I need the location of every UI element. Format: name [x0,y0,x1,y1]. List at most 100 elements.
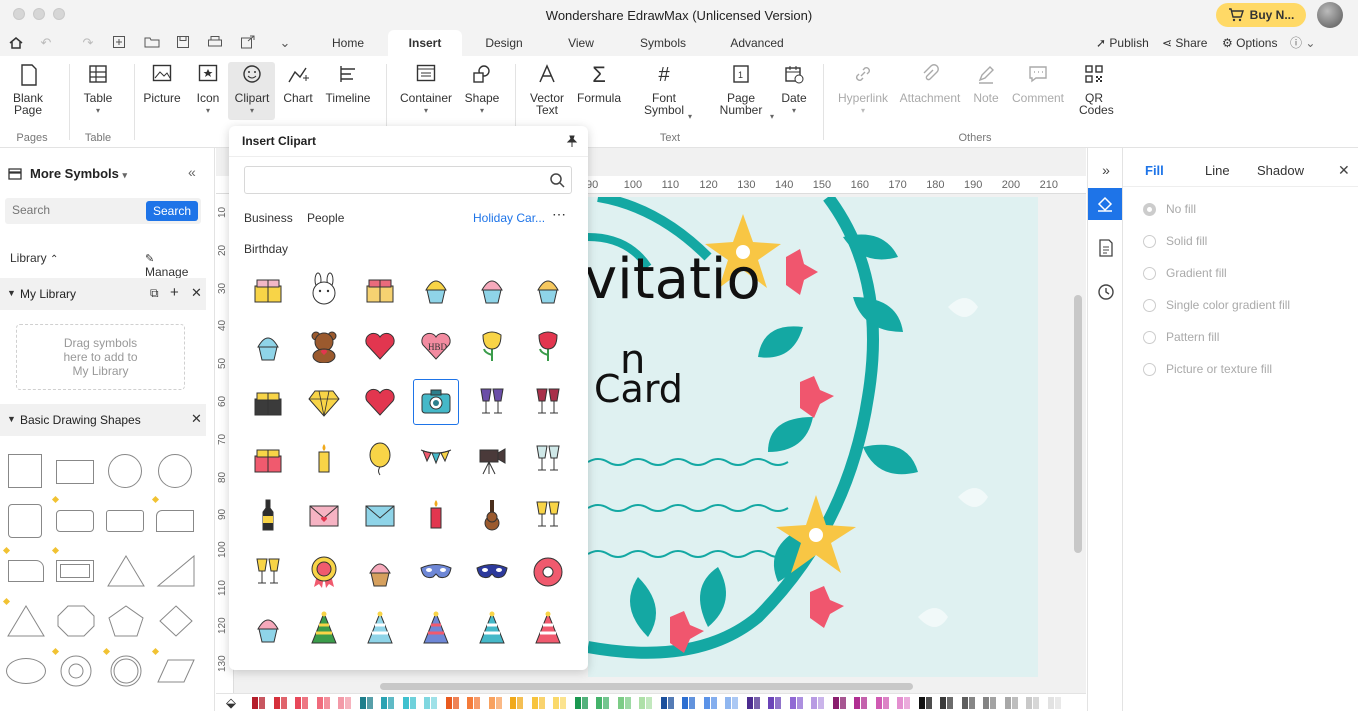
oval-shape[interactable] [6,658,46,684]
category-business[interactable]: Business [244,211,293,225]
color-swatch[interactable] [818,697,824,709]
isosceles-triangle-shape[interactable] [6,604,46,638]
qr-codes-button[interactable]: QR Codes [1074,64,1114,116]
cupcake-icon[interactable] [413,266,459,312]
glasses-toast-icon[interactable] [525,436,571,482]
color-swatch[interactable] [897,697,903,709]
fill-option-picture[interactable]: Picture or texture fill [1143,362,1272,376]
color-swatch[interactable] [725,697,731,709]
category-people[interactable]: People [307,211,344,225]
expand-panel-icon[interactable]: » [1090,154,1122,186]
timeline-button[interactable]: Timeline [324,64,372,104]
collapse-panel-icon[interactable]: « [188,164,196,180]
love-letter-icon[interactable] [301,492,347,538]
fill-option-single-gradient[interactable]: Single color gradient fill [1143,298,1290,312]
tab-advanced[interactable]: Advanced [722,30,792,56]
font-symbol-button[interactable]: # Font Symbol ▾ [636,64,692,121]
home-icon[interactable] [8,35,24,51]
my-library-header[interactable]: ▼ My Library ⧉ + ✕ [0,278,206,310]
clipart-button[interactable]: Clipart ▾ [230,64,274,117]
color-swatch[interactable] [295,697,301,709]
more-icon[interactable]: ⌄ [277,35,293,51]
tab-fill[interactable]: Fill [1145,163,1164,178]
blue-party-hat-icon[interactable] [357,605,403,651]
color-swatch[interactable] [603,697,609,709]
color-swatch[interactable] [646,697,652,709]
pin-icon[interactable] [566,135,578,147]
history-icon[interactable] [1090,276,1122,308]
color-swatch[interactable] [746,697,753,709]
color-swatch[interactable] [639,697,645,709]
color-swatch[interactable] [789,697,796,709]
buy-now-button[interactable]: Buy N... [1216,3,1306,27]
search-icon[interactable] [550,173,565,188]
color-swatch[interactable] [560,697,566,709]
birthday-cake-icon[interactable] [245,379,291,425]
comment-button[interactable]: Comment [1010,64,1066,104]
date-button[interactable]: Date ▾ [776,64,812,117]
help-button[interactable]: ⓘ ⌄ [1290,30,1315,56]
bunting-icon[interactable] [413,436,459,482]
pink-cupcake-icon[interactable] [469,266,515,312]
color-swatch[interactable] [753,697,760,709]
user-avatar[interactable] [1317,2,1343,28]
folded-rectangle-shape[interactable] [8,560,44,582]
tab-symbols[interactable]: Symbols [630,30,696,56]
color-swatch[interactable] [381,697,387,709]
color-swatch[interactable] [617,697,624,709]
color-swatch[interactable] [338,697,344,709]
color-swatch[interactable] [553,697,559,709]
rose-icon[interactable] [525,323,571,369]
color-swatch[interactable] [581,697,588,709]
balloon-icon[interactable] [357,436,403,482]
page-number-button[interactable]: 1 Page Number ▾ [708,64,774,121]
rounded-rectangle-shape[interactable] [56,510,94,532]
color-swatch[interactable] [796,697,803,709]
color-swatch[interactable] [273,697,280,709]
table-button[interactable]: Table ▾ [80,64,116,117]
color-swatch[interactable] [710,697,717,709]
tab-insert[interactable]: Insert [388,30,462,56]
color-swatch[interactable] [1004,697,1011,709]
heart-balloons-icon[interactable]: HBD [413,323,459,369]
color-swatch[interactable] [968,697,975,709]
shape-button[interactable]: Shape ▾ [462,64,502,117]
cocktail-icon[interactable] [525,492,571,538]
party-mask-icon[interactable] [413,549,459,595]
clipart-search-input[interactable] [244,166,572,194]
octagon-shape[interactable] [56,604,96,638]
right-triangle-shape[interactable] [156,554,196,588]
color-swatch[interactable] [624,697,631,709]
color-swatch[interactable] [811,697,817,709]
square-shape[interactable] [8,454,42,488]
award-ribbon-icon[interactable] [301,549,347,595]
fill-option-no-fill[interactable]: No fill [1143,202,1196,216]
new-file-icon[interactable] [111,35,127,51]
export-library-icon[interactable]: ⧉ [150,286,159,301]
chart-button[interactable]: Chart [280,64,316,104]
color-swatch[interactable] [667,697,674,709]
triangle-shape[interactable] [106,554,146,588]
color-swatch[interactable] [947,697,953,709]
color-swatch[interactable] [488,697,495,709]
color-swatch[interactable] [424,697,430,709]
invitation-card-page[interactable]: vitatio n Card [588,197,1038,677]
color-swatch[interactable] [732,697,738,709]
color-swatch[interactable] [854,697,860,709]
heart-cupcake-icon[interactable] [245,323,291,369]
green-party-hat-icon[interactable] [301,605,347,651]
fill-bucket-icon[interactable]: ⬙ [226,695,236,711]
vertical-scrollbar[interactable] [1074,295,1082,553]
color-swatch[interactable] [452,697,459,709]
tab-view[interactable]: View [556,30,606,56]
fill-panel-icon[interactable] [1088,188,1122,220]
manage-button[interactable]: ✎ Manage [145,251,200,279]
my-library-dropzone[interactable]: Drag symbols here to add to My Library [16,324,185,390]
invitation-title[interactable]: vitatio [588,247,761,312]
color-swatch[interactable] [495,697,502,709]
export-icon[interactable] [240,35,256,51]
snip-rectangle-shape[interactable] [156,510,194,532]
color-swatch[interactable] [983,697,989,709]
picture-button[interactable]: Picture [142,64,182,104]
color-swatch[interactable] [940,697,946,709]
